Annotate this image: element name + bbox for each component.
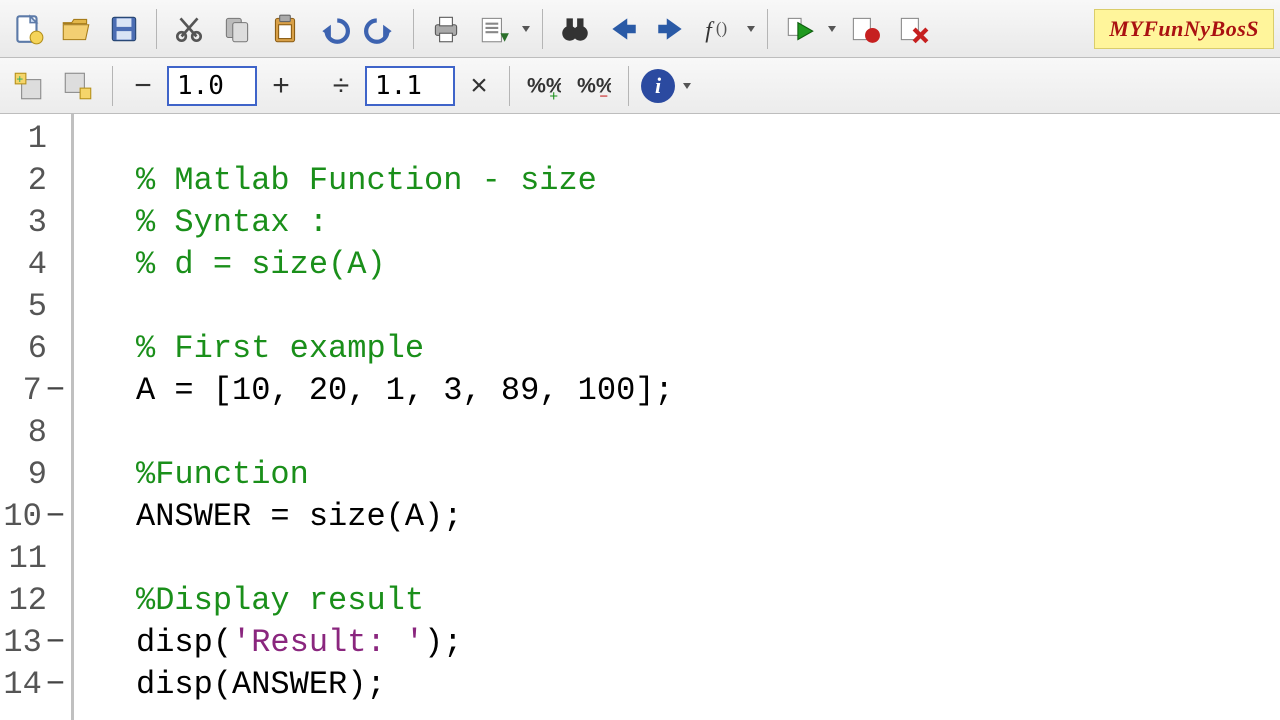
insert-cell-below-button[interactable] xyxy=(56,64,100,108)
print-dropdown[interactable] xyxy=(520,7,532,51)
cell-toolbar: + − + ÷ × %% + %% − i xyxy=(0,58,1280,114)
code-line[interactable]: % First example xyxy=(136,328,674,370)
code-editor[interactable]: 1234567−8910−111213−14− % Matlab Functio… xyxy=(0,114,1280,720)
separator xyxy=(156,9,157,49)
code-line[interactable]: %Function xyxy=(136,454,674,496)
undo-icon xyxy=(316,12,350,46)
copy-icon xyxy=(220,12,254,46)
code-line[interactable]: % Syntax : xyxy=(136,202,674,244)
line-number: 10− xyxy=(0,496,71,538)
save-icon xyxy=(107,12,141,46)
main-toolbar: f () MYFunNyBosS xyxy=(0,0,1280,58)
code-line[interactable]: % Matlab Function - size xyxy=(136,160,674,202)
svg-text:f: f xyxy=(705,17,715,43)
code-line[interactable]: disp('Result: '); xyxy=(136,622,674,664)
find-button[interactable] xyxy=(553,7,597,51)
cut-button[interactable] xyxy=(167,7,211,51)
cell-below-icon xyxy=(61,69,95,103)
fx-icon: f () xyxy=(702,12,736,46)
separator xyxy=(112,66,113,106)
code-line[interactable] xyxy=(136,286,674,328)
comment-add-button[interactable]: %% + xyxy=(522,64,566,108)
svg-text:+: + xyxy=(549,88,558,102)
run-dropdown[interactable] xyxy=(826,7,838,51)
code-line[interactable] xyxy=(136,412,674,454)
nav-forward-button[interactable] xyxy=(649,7,693,51)
breakpoint-set-button[interactable] xyxy=(842,7,886,51)
divide-button[interactable]: ÷ xyxy=(323,68,359,104)
line-number: 6 xyxy=(0,328,71,370)
step-input[interactable] xyxy=(167,66,257,106)
insert-cell-above-button[interactable]: + xyxy=(6,64,50,108)
function-hint-button[interactable]: f () xyxy=(697,7,741,51)
decrement-button[interactable]: − xyxy=(125,68,161,104)
line-number: 11 xyxy=(0,538,71,580)
watermark-label: MYFunNyBosS xyxy=(1094,9,1274,49)
breakpoint-set-icon xyxy=(847,12,881,46)
redo-icon xyxy=(364,12,398,46)
undo-button[interactable] xyxy=(311,7,355,51)
code-line[interactable]: %Display result xyxy=(136,580,674,622)
separator xyxy=(542,9,543,49)
redo-button[interactable] xyxy=(359,7,403,51)
multiply-button[interactable]: × xyxy=(461,68,497,104)
open-folder-icon xyxy=(59,12,93,46)
line-number: 3 xyxy=(0,202,71,244)
code-line[interactable]: disp(ANSWER); xyxy=(136,664,674,706)
code-line[interactable]: % d = size(A) xyxy=(136,244,674,286)
line-number: 5 xyxy=(0,286,71,328)
comment-remove-button[interactable]: %% − xyxy=(572,64,616,108)
code-line[interactable] xyxy=(136,118,674,160)
new-file-icon xyxy=(11,12,45,46)
increment-button[interactable]: + xyxy=(263,68,299,104)
factor-input[interactable] xyxy=(365,66,455,106)
breakpoint-clear-button[interactable] xyxy=(890,7,934,51)
percent-plus-icon: %% + xyxy=(527,69,561,103)
line-number: 1 xyxy=(0,118,71,160)
info-button[interactable]: i xyxy=(641,69,675,103)
line-number: 14− xyxy=(0,664,71,706)
cell-above-icon: + xyxy=(11,69,45,103)
line-number: 9 xyxy=(0,454,71,496)
percent-minus-icon: %% − xyxy=(577,69,611,103)
line-number: 4 xyxy=(0,244,71,286)
breakpoint-clear-icon xyxy=(895,12,929,46)
info-dropdown[interactable] xyxy=(681,64,693,108)
copy-button[interactable] xyxy=(215,7,259,51)
code-line[interactable]: A = [10, 20, 1, 3, 89, 100]; xyxy=(136,370,674,412)
separator xyxy=(767,9,768,49)
line-number: 12 xyxy=(0,580,71,622)
arrow-right-icon xyxy=(654,12,688,46)
fx-dropdown[interactable] xyxy=(745,7,757,51)
svg-text:+: + xyxy=(16,72,23,85)
code-line[interactable]: ANSWER = size(A); xyxy=(136,496,674,538)
svg-text:−: − xyxy=(599,88,608,102)
line-number: 13− xyxy=(0,622,71,664)
line-number: 2 xyxy=(0,160,71,202)
separator xyxy=(509,66,510,106)
binoculars-icon xyxy=(558,12,592,46)
paste-button[interactable] xyxy=(263,7,307,51)
code-line[interactable] xyxy=(136,538,674,580)
new-file-button[interactable] xyxy=(6,7,50,51)
print-button[interactable] xyxy=(424,7,468,51)
code-area[interactable]: % Matlab Function - size% Syntax :% d = … xyxy=(74,114,674,720)
open-file-button[interactable] xyxy=(54,7,98,51)
run-icon xyxy=(783,12,817,46)
nav-back-button[interactable] xyxy=(601,7,645,51)
arrow-left-icon xyxy=(606,12,640,46)
line-gutter: 1234567−8910−111213−14− xyxy=(0,114,74,720)
svg-text:(): () xyxy=(716,18,727,37)
scissors-icon xyxy=(172,12,206,46)
line-number: 7− xyxy=(0,370,71,412)
printer-icon xyxy=(429,12,463,46)
save-button[interactable] xyxy=(102,7,146,51)
print-selection-button[interactable] xyxy=(472,7,516,51)
paste-icon xyxy=(268,12,302,46)
run-button[interactable] xyxy=(778,7,822,51)
separator xyxy=(413,9,414,49)
line-number: 8 xyxy=(0,412,71,454)
separator xyxy=(628,66,629,106)
print-lines-icon xyxy=(477,12,511,46)
